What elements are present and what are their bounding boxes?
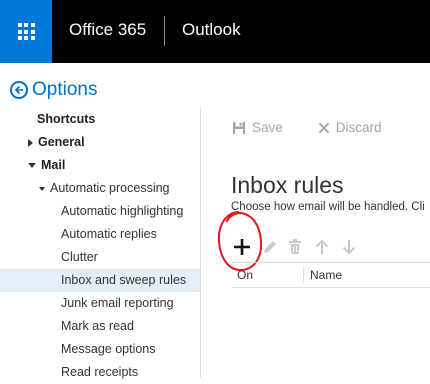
rules-table-header: On Name: [232, 262, 430, 288]
discard-label: Discard: [335, 120, 382, 135]
trash-icon: [289, 239, 301, 254]
top-bar: Office 365 Outlook: [0, 0, 430, 63]
save-button[interactable]: Save: [232, 120, 283, 135]
waffle-icon: [17, 23, 35, 40]
column-separator: [303, 267, 304, 283]
pencil-icon: [264, 241, 276, 253]
nav-item-automatic-processing[interactable]: Automatic processing: [0, 177, 200, 200]
arrow-up-icon: [315, 239, 329, 254]
save-label: Save: [252, 120, 283, 135]
arrow-down-icon: [342, 240, 356, 255]
options-title: Options: [32, 79, 98, 100]
nav-item-label: Mail: [41, 158, 66, 172]
move-up-button[interactable]: [315, 239, 329, 260]
toolbar: Save Discard: [232, 120, 417, 135]
nav-item-inbox-and-sweep-rules[interactable]: Inbox and sweep rules: [0, 269, 200, 292]
edit-rule-button[interactable]: [262, 239, 278, 260]
close-icon: [318, 122, 329, 133]
nav-item-general[interactable]: General: [0, 131, 200, 154]
nav-item-label: Inbox and sweep rules: [61, 273, 187, 287]
nav-item-shortcuts[interactable]: Shortcuts: [0, 108, 200, 131]
nav-item-message-options[interactable]: Message options: [0, 338, 200, 361]
pane-divider: [200, 108, 201, 378]
nav-item-label: Shortcuts: [37, 112, 96, 126]
nav-item-label: Automatic processing: [50, 181, 170, 195]
save-icon: [233, 121, 245, 134]
nav-item-label: Clutter: [61, 250, 98, 264]
app-name[interactable]: Outlook: [182, 20, 241, 40]
discard-button[interactable]: Discard: [318, 120, 382, 135]
collapse-icon: [39, 186, 45, 191]
nav-item-label: Message options: [61, 342, 156, 356]
move-down-button[interactable]: [342, 239, 356, 260]
expand-icon: [28, 138, 33, 147]
options-back-button[interactable]: Options: [10, 79, 97, 101]
nav-item-label: Automatic replies: [61, 227, 157, 241]
nav-item-read-receipts[interactable]: Read receipts: [0, 361, 200, 384]
page-title: Inbox rules: [231, 172, 344, 199]
nav-item-mark-as-read[interactable]: Mark as read: [0, 315, 200, 338]
nav-item-label: Read receipts: [61, 365, 139, 379]
nav-item-label: Junk email reporting: [61, 296, 174, 310]
brand-link[interactable]: Office 365: [69, 20, 146, 40]
nav-item-label: General: [38, 135, 85, 149]
nav-item-automatic-replies[interactable]: Automatic replies: [0, 223, 200, 246]
delete-rule-button[interactable]: [288, 239, 302, 260]
app-launcher-button[interactable]: [0, 0, 52, 63]
nav-item-mail[interactable]: Mail: [0, 154, 200, 177]
nav-item-label: Automatic highlighting: [61, 204, 184, 218]
header-divider: [164, 16, 165, 46]
nav-item-automatic-highlighting[interactable]: Automatic highlighting: [0, 200, 200, 223]
back-arrow-icon: [10, 81, 28, 99]
nav-item-junk-email-reporting[interactable]: Junk email reporting: [0, 292, 200, 315]
collapse-icon: [28, 163, 36, 169]
nav-item-label: Mark as read: [61, 319, 134, 333]
nav-item-clutter[interactable]: Clutter: [0, 246, 200, 269]
column-on[interactable]: On: [237, 268, 253, 282]
column-name[interactable]: Name: [310, 268, 342, 282]
